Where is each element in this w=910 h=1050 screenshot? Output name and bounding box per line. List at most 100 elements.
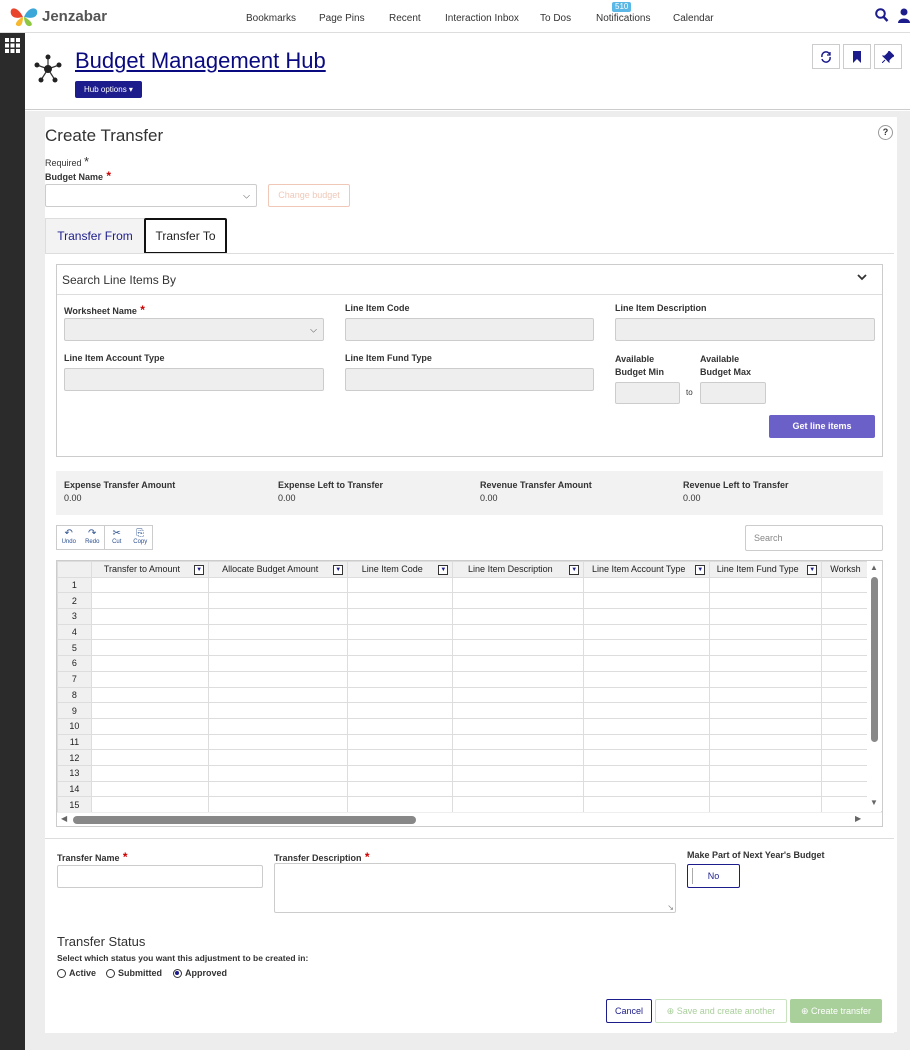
user-icon[interactable]	[898, 8, 910, 23]
grid-cell[interactable]	[452, 686, 585, 704]
column-header[interactable]: Line Item Account Type ▼	[583, 561, 711, 578]
vertical-scroll-thumb[interactable]	[871, 577, 878, 742]
undo-button[interactable]: ↶ Undo	[57, 526, 81, 549]
grid-cell[interactable]	[90, 780, 210, 798]
nav-interaction-inbox[interactable]: Interaction Inbox	[445, 13, 519, 24]
grid-cell[interactable]	[452, 733, 585, 751]
column-header[interactable]: Line Item Code ▼	[347, 561, 454, 578]
grid-cell[interactable]	[583, 576, 711, 594]
grid-cell[interactable]	[583, 639, 711, 657]
apps-grid-icon[interactable]	[5, 38, 20, 53]
grid-cell[interactable]	[347, 655, 454, 672]
horizontal-scrollbar[interactable]: ◀ ▶	[57, 812, 882, 826]
pin-button[interactable]	[874, 44, 902, 69]
bookmark-button[interactable]	[843, 44, 871, 69]
nav-calendar[interactable]: Calendar	[673, 13, 714, 24]
grid-cell[interactable]	[583, 655, 711, 672]
grid-cell[interactable]	[452, 796, 585, 813]
grid-cell[interactable]	[583, 686, 711, 704]
grid-cell[interactable]	[583, 592, 711, 610]
dropdown-arrow-icon[interactable]: ▼	[333, 565, 344, 575]
column-header[interactable]: Line Item Description ▼	[452, 561, 585, 578]
grid-cell[interactable]	[583, 717, 711, 735]
line-item-code-input[interactable]	[345, 318, 594, 341]
grid-cell[interactable]	[208, 796, 349, 813]
cut-button[interactable]: ✂ Cut	[104, 526, 129, 549]
grid-cell[interactable]	[709, 670, 823, 688]
dropdown-arrow-icon[interactable]: ▼	[695, 565, 706, 575]
grid-cell[interactable]	[583, 608, 711, 625]
row-number[interactable]: 10	[57, 717, 92, 735]
grid-cell[interactable]	[452, 639, 585, 657]
scroll-down-icon[interactable]: ▼	[870, 798, 878, 807]
transfer-description-textarea[interactable]: ↘	[274, 863, 676, 913]
grid-cell[interactable]	[347, 592, 454, 610]
get-line-items-button[interactable]: Get line items	[769, 415, 875, 438]
grid-cell[interactable]	[347, 639, 454, 657]
grid-cell[interactable]	[208, 702, 349, 719]
grid-cell[interactable]	[208, 764, 349, 782]
redo-button[interactable]: ↷ Redo	[81, 526, 105, 549]
grid-cell[interactable]	[208, 733, 349, 751]
grid-cell[interactable]	[90, 686, 210, 704]
line-item-account-type-input[interactable]	[64, 368, 324, 391]
tab-transfer-to[interactable]: Transfer To	[144, 218, 227, 254]
grid-cell[interactable]	[583, 764, 711, 782]
change-budget-button[interactable]: Change budget	[268, 184, 350, 207]
grid-cell[interactable]	[347, 749, 454, 766]
grid-cell[interactable]	[709, 623, 823, 641]
row-number[interactable]: 7	[57, 670, 92, 688]
horizontal-scroll-thumb[interactable]	[73, 816, 416, 824]
next-year-toggle[interactable]: No	[687, 864, 740, 888]
status-radio-approved[interactable]: Approved	[173, 968, 227, 978]
grid-cell[interactable]	[452, 576, 585, 594]
grid-cell[interactable]	[709, 749, 823, 766]
search-line-items-header[interactable]: Search Line Items By	[57, 265, 882, 295]
scroll-up-icon[interactable]: ▲	[870, 563, 878, 572]
grid-cell[interactable]	[208, 670, 349, 688]
grid-cell[interactable]	[90, 796, 210, 813]
row-number[interactable]: 2	[57, 592, 92, 610]
dropdown-arrow-icon[interactable]: ▼	[569, 565, 580, 575]
nav-recent[interactable]: Recent	[389, 13, 421, 24]
tab-transfer-from[interactable]: Transfer From	[45, 218, 145, 254]
search-icon[interactable]	[875, 8, 889, 23]
grid-cell[interactable]	[208, 655, 349, 672]
grid-cell[interactable]	[90, 639, 210, 657]
grid-cell[interactable]	[90, 592, 210, 610]
grid-cell[interactable]	[347, 717, 454, 735]
grid-cell[interactable]	[452, 655, 585, 672]
grid-cell[interactable]	[90, 764, 210, 782]
column-header[interactable]: Allocate Budget Amount ▼	[208, 561, 349, 578]
grid-cell[interactable]	[709, 608, 823, 625]
grid-cell[interactable]	[90, 733, 210, 751]
row-number[interactable]: 3	[57, 608, 92, 625]
grid-cell[interactable]	[452, 717, 585, 735]
vertical-scrollbar[interactable]: ▲ ▼	[867, 561, 882, 811]
grid-cell[interactable]	[583, 670, 711, 688]
row-number[interactable]: 14	[57, 780, 92, 798]
line-item-fund-type-input[interactable]	[345, 368, 594, 391]
grid-cell[interactable]	[583, 623, 711, 641]
grid-cell[interactable]	[583, 796, 711, 813]
grid-cell[interactable]	[90, 749, 210, 766]
grid-cell[interactable]	[90, 655, 210, 672]
create-transfer-button[interactable]: ⊕ Create transfer	[790, 999, 882, 1023]
grid-cell[interactable]	[583, 733, 711, 751]
grid-cell[interactable]	[208, 749, 349, 766]
available-budget-min-input[interactable]	[615, 382, 680, 404]
grid-cell[interactable]	[583, 749, 711, 766]
row-number[interactable]: 4	[57, 623, 92, 641]
grid-cell[interactable]	[90, 670, 210, 688]
nav-page-pins[interactable]: Page Pins	[319, 13, 365, 24]
grid-cell[interactable]	[709, 639, 823, 657]
share-button[interactable]	[812, 44, 840, 69]
grid-cell[interactable]	[452, 608, 585, 625]
grid-cell[interactable]	[347, 608, 454, 625]
grid-cell[interactable]	[709, 655, 823, 672]
status-radio-submitted[interactable]: Submitted	[106, 968, 162, 978]
grid-cell[interactable]	[709, 764, 823, 782]
grid-cell[interactable]	[452, 764, 585, 782]
grid-cell[interactable]	[709, 576, 823, 594]
hub-options-button[interactable]: Hub options ▾	[75, 81, 142, 98]
